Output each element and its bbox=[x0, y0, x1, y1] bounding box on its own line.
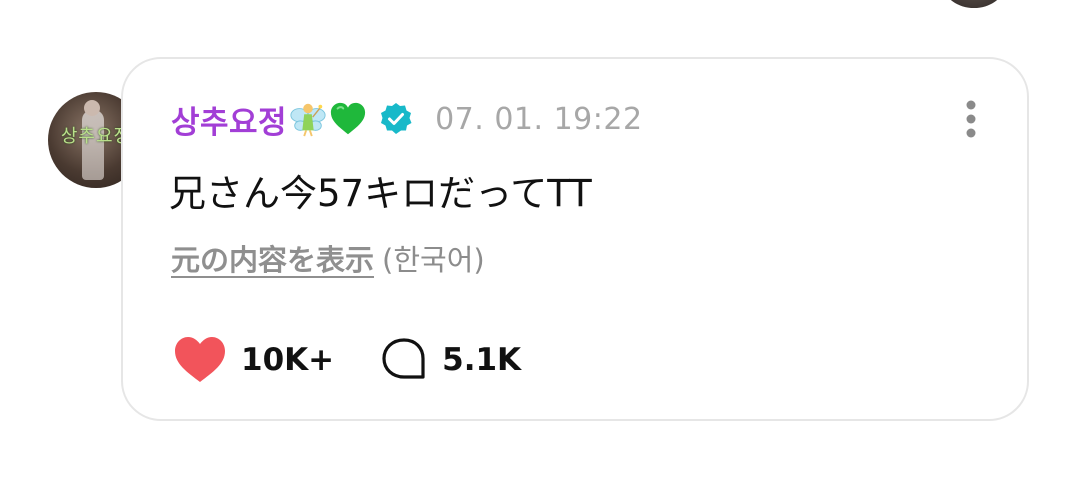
timestamp: 07. 01. 19:22 bbox=[435, 101, 643, 137]
translation-row: 元の内容を表示 (한국어) bbox=[171, 237, 485, 279]
reply-count: 5.1K bbox=[442, 342, 522, 378]
comment-card: 상추요정 07. 01. 19:22 兄さん今57キロだってTT 元の内容を表示… bbox=[121, 57, 1029, 421]
like-button[interactable]: 10K+ bbox=[173, 336, 334, 384]
comment-text: 兄さん今57キロだってTT bbox=[169, 172, 592, 215]
avatar-head bbox=[84, 100, 100, 116]
green-heart-emoji-icon bbox=[330, 102, 366, 135]
like-count: 10K+ bbox=[241, 342, 335, 378]
username[interactable]: 상추요정 bbox=[171, 97, 287, 142]
heart-icon bbox=[175, 337, 225, 382]
more-vertical-icon[interactable] bbox=[965, 99, 977, 139]
fairy-emoji-icon bbox=[290, 103, 326, 137]
comment-header: 상추요정 07. 01. 19:22 bbox=[171, 97, 643, 142]
original-language-label: (한국어) bbox=[382, 243, 485, 277]
comment-actions: 10K+ 5.1K bbox=[173, 335, 521, 385]
verified-badge-icon bbox=[381, 103, 412, 134]
speech-bubble-icon bbox=[382, 338, 425, 379]
reply-button[interactable]: 5.1K bbox=[380, 336, 521, 384]
previous-user-avatar[interactable] bbox=[944, 0, 1004, 8]
show-original-link[interactable]: 元の内容を表示 bbox=[171, 243, 374, 277]
